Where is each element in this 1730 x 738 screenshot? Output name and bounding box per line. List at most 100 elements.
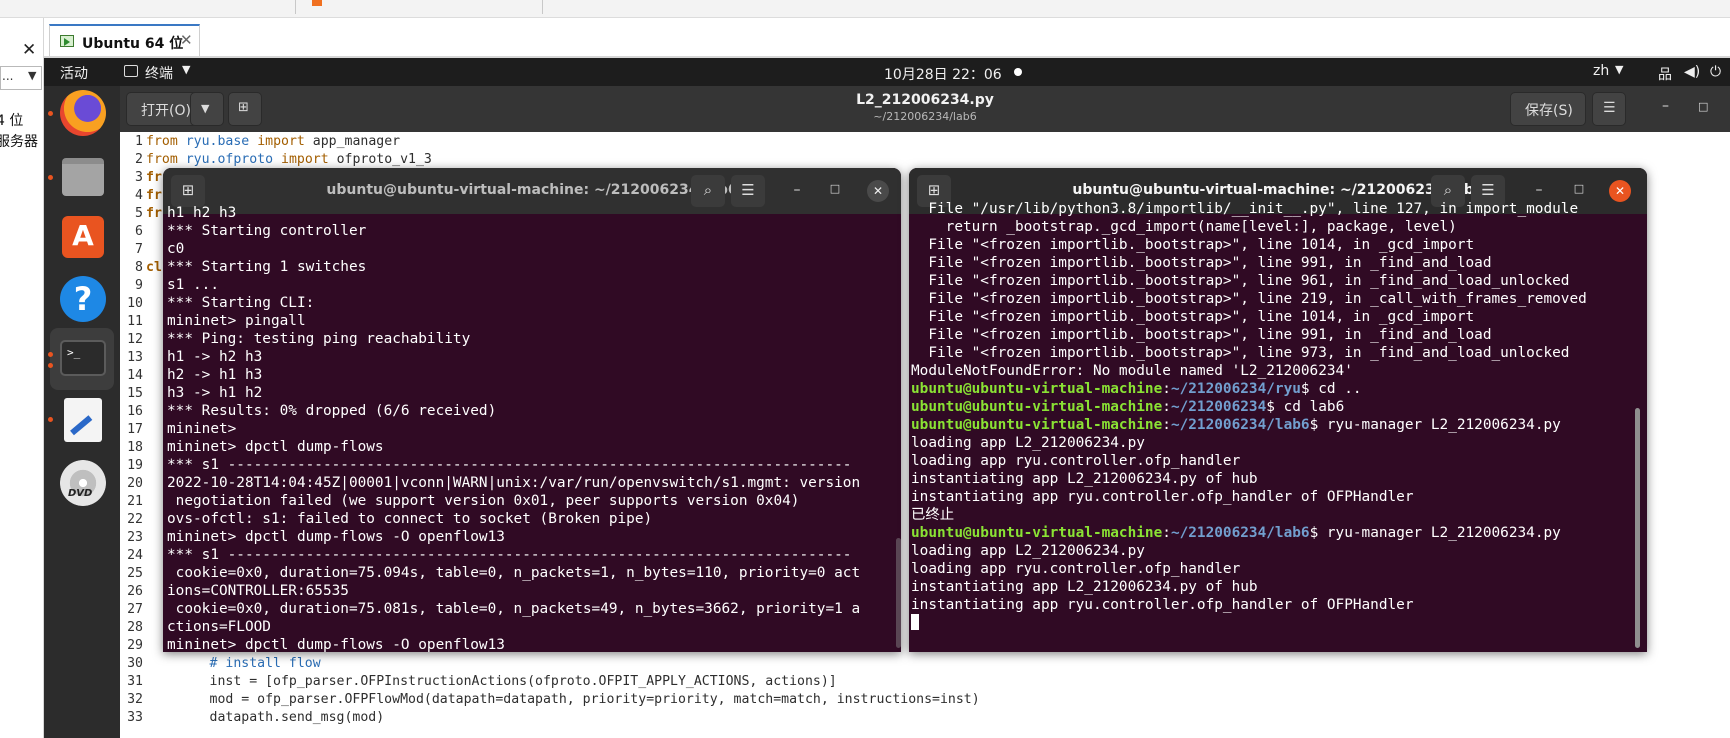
gedit-headerbar: 打开(O) ▼ ⊞ L2_212006234.py ~/212006234/la…	[120, 86, 1730, 132]
toolbar-icon[interactable]	[130, 0, 148, 14]
chevron-down-icon[interactable]: ▼	[182, 63, 190, 76]
line-number: 16	[127, 404, 143, 419]
terminal-prompt-line: ubuntu@ubuntu-virtual-machine:~/21200623…	[911, 399, 1345, 415]
terminal-line: 2022-10-28T14:04:45Z|00001|vconn|WARN|un…	[167, 475, 861, 491]
terminal-line: negotiation failed (we support version 0…	[167, 493, 800, 509]
menu-button[interactable]: ☰	[1592, 92, 1626, 126]
toolbar-icon[interactable]	[60, 0, 78, 14]
scrollbar[interactable]	[1635, 408, 1640, 648]
dock-software[interactable]: A	[56, 210, 108, 262]
toolbar-icon[interactable]	[190, 0, 208, 14]
code-line: fr	[146, 206, 162, 221]
tab-close-icon[interactable]: ✕	[180, 31, 193, 49]
view-icon[interactable]	[552, 0, 570, 14]
line-number: 15	[127, 386, 143, 401]
dock-firefox[interactable]	[56, 86, 108, 138]
minimize-icon[interactable]: –	[1529, 182, 1549, 198]
terminal-line: mininet> pingall	[167, 313, 306, 329]
toolbar-icon[interactable]	[255, 0, 273, 14]
line-number: 31	[127, 674, 143, 689]
save-button[interactable]: 保存(S)	[1510, 92, 1586, 126]
prompt-command: cd ..	[1309, 381, 1362, 397]
dock-text-editor[interactable]	[56, 394, 108, 446]
vm-running-icon	[60, 35, 74, 47]
terminal-line: File "/usr/lib/python3.8/importlib/__ini…	[911, 201, 1579, 217]
terminal-window-right[interactable]: ⊞ ubuntu@ubuntu-virtual-machine: ~/21200…	[909, 168, 1647, 652]
terminal-line: File "<frozen importlib._bootstrap>", li…	[911, 345, 1570, 361]
prompt-user: ubuntu@ubuntu-virtual-machine	[911, 381, 1163, 397]
terminal-line: loading app L2_212006234.py	[911, 435, 1145, 451]
view-icon[interactable]	[622, 0, 640, 14]
gnome-top-bar: 活动 终端 ▼ 10月28日 22：06 zh ▼ 品 ◀) ⏻	[44, 58, 1730, 86]
line-number: 3	[135, 170, 143, 185]
dock-help[interactable]: ?	[56, 272, 108, 324]
terminal-window-left[interactable]: ⊞ ubuntu@ubuntu-virtual-machine: ~/21200…	[163, 168, 901, 652]
power-icon[interactable]	[312, 0, 322, 6]
terminal-line: mininet>	[167, 421, 237, 437]
vm-tab[interactable]: Ubuntu 64 位 ✕	[49, 24, 200, 57]
console-icon[interactable]	[758, 0, 776, 14]
terminal-line: File "<frozen importlib._bootstrap>", li…	[911, 327, 1492, 343]
terminal-line: File "<frozen importlib._bootstrap>", li…	[911, 309, 1475, 325]
cursor-block	[911, 614, 919, 630]
terminal-line: ctions=FLOOD	[167, 619, 271, 635]
vm-tab-label: Ubuntu 64 位	[82, 36, 184, 52]
clock[interactable]: 10月28日 22：06	[884, 64, 1002, 84]
help-icon: ?	[60, 276, 106, 322]
terminal-cursor	[911, 614, 919, 632]
terminal-line: c0	[167, 241, 185, 257]
terminal-line: mininet> dpctl dump-flows -O openflow13	[167, 529, 505, 545]
view-icon[interactable]	[658, 0, 676, 14]
maximize-icon[interactable]: □	[1698, 100, 1708, 113]
library-item[interactable]: 服务器	[0, 131, 38, 151]
terminal-line: *** s1 ---------------------------------…	[167, 457, 852, 473]
snapshot-revert-icon[interactable]	[475, 0, 493, 14]
fullscreen-icon[interactable]	[708, 0, 726, 14]
power-menu-icon[interactable]: ⏻	[1710, 64, 1721, 80]
library-panel: ✕ ... ▼ 4 位 服务器	[0, 18, 44, 738]
activities-button[interactable]: 活动	[60, 63, 88, 83]
terminal-line: ovs-ofctl: s1: failed to connect to sock…	[167, 511, 653, 527]
view-icon[interactable]	[588, 0, 606, 14]
running-indicator	[48, 352, 53, 357]
line-number: 2	[135, 152, 143, 167]
library-search-dropdown[interactable]: ... ▼	[0, 66, 42, 90]
chevron-down-icon[interactable]: ▼	[1615, 63, 1623, 76]
terminal-line: File "<frozen importlib._bootstrap>", li…	[911, 255, 1492, 271]
dock-files[interactable]	[56, 150, 108, 202]
minimize-icon[interactable]: –	[1662, 98, 1669, 114]
close-icon[interactable]: ✕	[1609, 180, 1631, 202]
input-method-label[interactable]: zh	[1593, 63, 1609, 79]
line-number: 27	[127, 602, 143, 617]
network-icon[interactable]: 品	[1658, 64, 1672, 84]
search-button[interactable]: ⌕	[691, 175, 725, 207]
maximize-icon[interactable]: □	[1569, 182, 1589, 195]
dock-dvd[interactable]: DVD	[56, 456, 108, 508]
code-line: cl	[146, 260, 162, 275]
terminal-line: File "<frozen importlib._bootstrap>", li…	[911, 273, 1570, 289]
prompt-path: ~/212006234	[1170, 399, 1267, 415]
library-item[interactable]: 4 位	[0, 110, 23, 130]
line-number: 29	[127, 638, 143, 653]
dock-terminal[interactable]: >_	[56, 332, 108, 384]
minimize-icon[interactable]: –	[787, 182, 807, 198]
volume-icon[interactable]: ◀)	[1684, 64, 1700, 80]
terminal-line: loading app ryu.controller.ofp_handler	[911, 453, 1241, 469]
snapshot-manager-icon[interactable]	[505, 0, 523, 14]
notification-dot-icon	[1014, 68, 1022, 76]
terminal-line: h1 h2 h3	[167, 205, 237, 221]
maximize-icon[interactable]: □	[825, 182, 845, 195]
gedit-subtitle: ~/212006234/lab6	[873, 110, 977, 123]
send-keys-icon[interactable]	[388, 0, 406, 14]
terminal-line: instantiating app ryu.controller.ofp_han…	[911, 489, 1414, 505]
scrollbar[interactable]	[896, 538, 901, 648]
app-menu-label[interactable]: 终端	[145, 63, 173, 83]
menu-button[interactable]: ☰	[731, 175, 765, 207]
snapshot-icon[interactable]	[428, 0, 446, 14]
library-close-icon[interactable]: ✕	[22, 40, 36, 60]
terminal-prompt-line: ubuntu@ubuntu-virtual-machine:~/21200623…	[911, 417, 1561, 433]
terminal-line: instantiating app L2_212006234.py of hub	[911, 579, 1258, 595]
close-icon[interactable]: ✕	[867, 180, 889, 202]
terminal-line: ModuleNotFoundError: No module named 'L2…	[911, 363, 1353, 379]
vmware-toolbar	[0, 0, 1730, 18]
